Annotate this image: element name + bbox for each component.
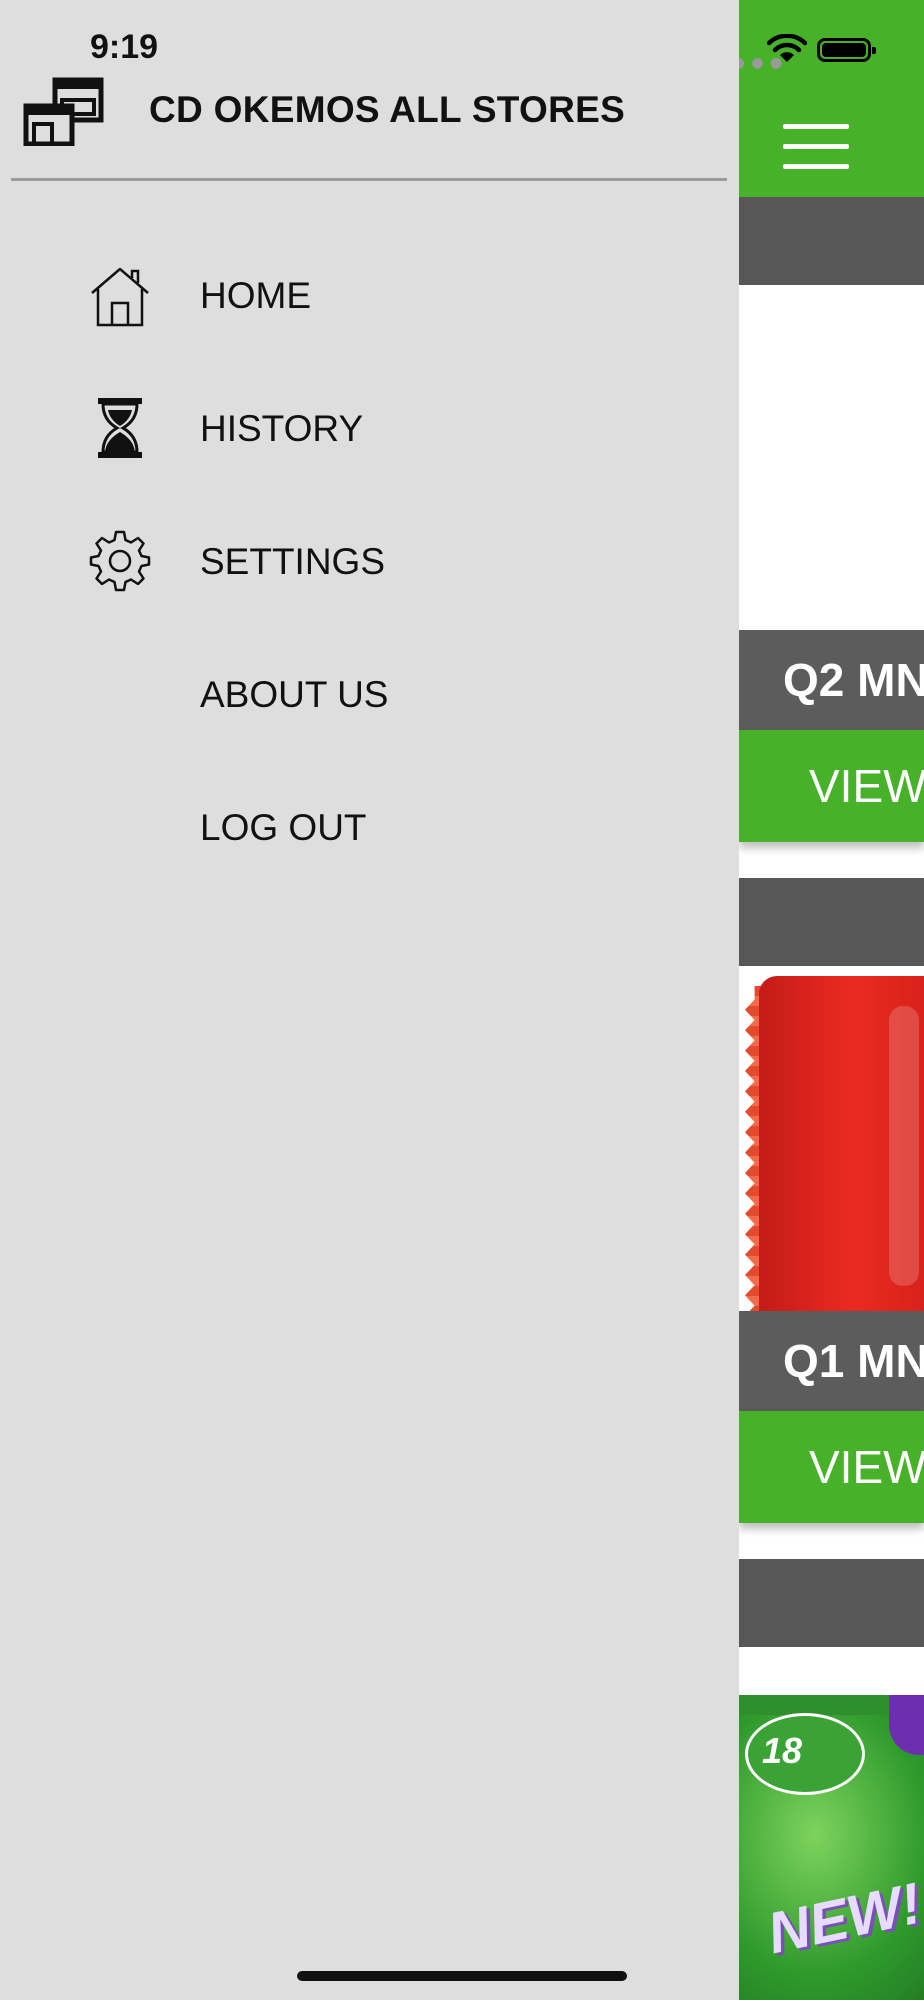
stores-icon — [23, 77, 104, 146]
status-time: 9:19 — [90, 28, 159, 66]
status-icons: ● ● ● ● — [739, 34, 924, 71]
card-title: Q1 MN — [739, 1311, 924, 1411]
menu-label: LOG OUT — [200, 807, 367, 848]
hourglass-icon — [98, 398, 142, 458]
product-image — [739, 285, 924, 630]
store-name: CD OKEMOS ALL STORES — [149, 89, 626, 130]
menu-item-log-out[interactable]: LOG OUT — [0, 765, 739, 885]
menu-label: HOME — [200, 275, 311, 316]
menu-item-home[interactable]: HOME — [0, 233, 739, 353]
view-button[interactable]: VIEW — [739, 1411, 924, 1523]
card-header — [739, 878, 924, 966]
card-header — [739, 197, 924, 285]
card-header — [739, 1559, 924, 1647]
menu-label: ABOUT US — [200, 674, 389, 715]
gear-icon — [89, 530, 151, 592]
menu-item-history[interactable]: HISTORY — [0, 366, 739, 486]
menu-item-about-us[interactable]: ABOUT US — [0, 632, 739, 752]
home-icon — [91, 267, 149, 327]
view-button[interactable]: VIEW — [739, 730, 924, 842]
menu-item-settings[interactable]: SETTINGS — [0, 499, 739, 619]
card-image-spacer — [739, 1647, 924, 1695]
navigation-drawer: 9:19 CD OKEMOS ALL STORES HOME HISTORY S… — [0, 0, 739, 2000]
home-indicator[interactable] — [297, 1971, 627, 1981]
hamburger-icon[interactable] — [783, 124, 849, 170]
top-app-bar: ● ● ● ● — [739, 0, 924, 197]
product-image — [739, 966, 924, 1311]
main-screen: ● ● ● ● Q2 MN VIEW Q1 MN VIEW 18 — [739, 0, 924, 2000]
wifi-icon — [767, 34, 807, 62]
battery-icon — [817, 38, 876, 62]
product-image: 18 NEW! — [739, 1695, 924, 2000]
card-title: Q2 MN — [739, 630, 924, 730]
divider — [11, 178, 727, 181]
menu-label: HISTORY — [200, 408, 364, 449]
menu-label: SETTINGS — [200, 541, 386, 582]
